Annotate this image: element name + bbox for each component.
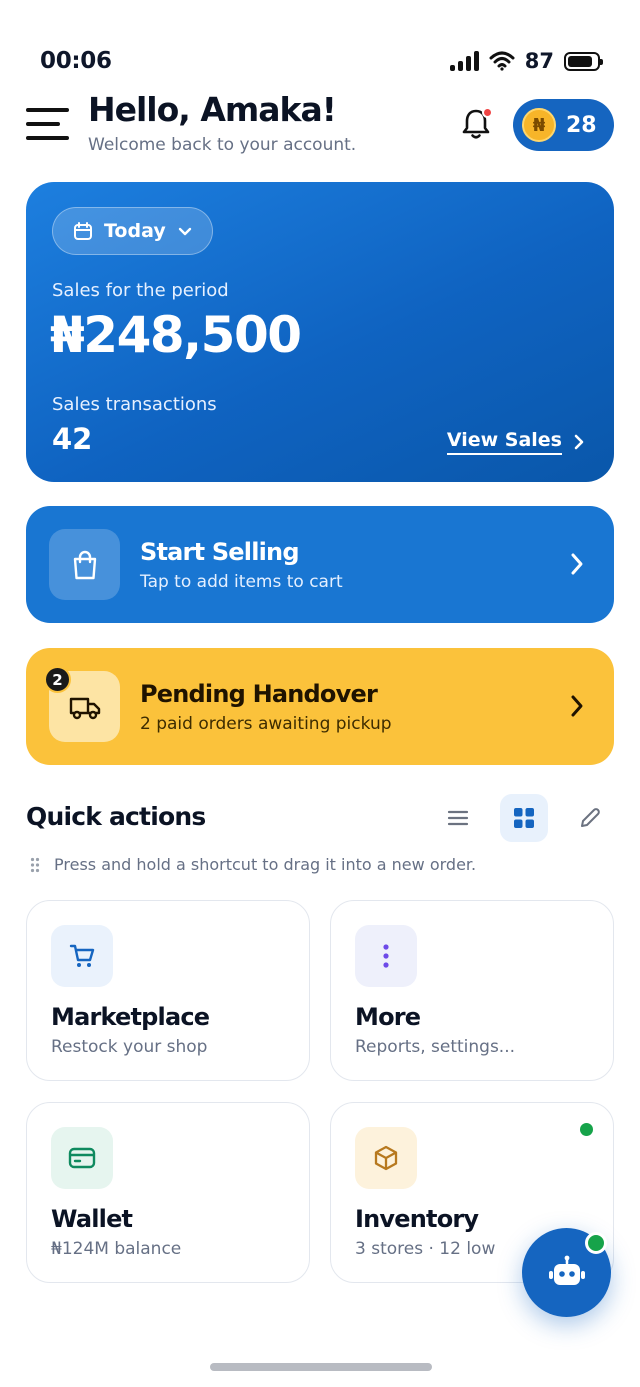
wallet-tile <box>51 1127 113 1189</box>
drag-hint: Press and hold a shortcut to drag it int… <box>30 855 476 874</box>
coins-count: 28 <box>566 112 597 138</box>
chevron-right-icon <box>574 434 584 450</box>
start-selling-title: Start Selling <box>140 538 300 566</box>
marketplace-tile <box>51 925 113 987</box>
period-value: Today <box>104 220 166 242</box>
cart-icon <box>69 944 95 967</box>
start-selling-button[interactable]: Start Selling Tap to add items to cart <box>26 506 614 623</box>
calendar-icon <box>74 222 92 240</box>
robot-icon <box>548 1255 585 1285</box>
pending-handover-subtitle: 2 paid orders awaiting pickup <box>140 714 392 734</box>
drag-handle-icon <box>30 857 40 872</box>
more-tile <box>355 925 417 987</box>
period-selector[interactable]: Today <box>52 207 213 255</box>
shortcut-subtitle: Reports, settings... <box>355 1037 516 1057</box>
box-icon <box>374 1145 398 1171</box>
list-view-button[interactable] <box>434 794 482 842</box>
quick-actions-title: Quick actions <box>26 802 206 831</box>
menu-icon[interactable] <box>26 108 69 140</box>
shortcut-title: Marketplace <box>51 1003 210 1031</box>
chevron-right-icon <box>571 695 583 717</box>
more-vertical-icon <box>383 944 389 968</box>
grid-icon <box>514 808 534 828</box>
system-indicators: 87 <box>449 49 603 73</box>
edit-shortcuts-button[interactable] <box>566 794 614 842</box>
status-time: 00:06 <box>40 48 112 74</box>
shortcut-title: More <box>355 1003 421 1031</box>
sales-summary-card: Today Sales for the period ₦248,500 Sale… <box>26 182 614 482</box>
pending-handover-title: Pending Handover <box>140 680 378 708</box>
sales-amount: ₦248,500 <box>50 306 302 364</box>
transactions-count: 42 <box>52 422 93 456</box>
grid-view-button[interactable] <box>500 794 548 842</box>
truck-icon <box>69 697 100 719</box>
naira-coin-icon: ₦ <box>522 108 556 142</box>
shortcut-subtitle: ₦124M balance <box>51 1239 182 1259</box>
marketplace-shortcut[interactable]: Marketplace Restock your shop <box>26 900 310 1081</box>
status-bar: 00:06 87 <box>40 44 603 78</box>
coins-button[interactable]: ₦ 28 <box>513 99 614 151</box>
battery-icon <box>564 51 603 71</box>
pending-count-badge: 2 <box>44 666 71 693</box>
chevron-right-icon <box>571 553 583 575</box>
signal-icon <box>449 51 479 71</box>
start-selling-subtitle: Tap to add items to cart <box>140 572 343 592</box>
drag-hint-text: Press and hold a shortcut to drag it int… <box>54 855 477 874</box>
sales-period-label: Sales for the period <box>52 280 229 301</box>
pencil-icon <box>581 808 600 827</box>
notification-dot <box>482 107 493 118</box>
chevron-down-icon <box>178 227 191 236</box>
shortcut-subtitle: Restock your shop <box>51 1037 208 1057</box>
inventory-tile <box>355 1127 417 1189</box>
battery-level: 87 <box>524 49 554 73</box>
quick-actions-view-toggle <box>434 794 614 842</box>
shopping-bag-tile <box>49 529 120 600</box>
pending-handover-button[interactable]: 2 Pending Handover 2 paid orders awaitin… <box>26 648 614 765</box>
status-dot <box>580 1123 593 1136</box>
view-sales-label: View Sales <box>446 429 562 455</box>
transactions-label: Sales transactions <box>52 394 217 415</box>
shortcut-subtitle: 3 stores · 12 low <box>355 1239 496 1259</box>
list-icon <box>447 810 469 826</box>
shortcut-title: Wallet <box>51 1205 133 1233</box>
assistant-online-dot <box>585 1232 607 1254</box>
header: Hello, Amaka! Welcome back to your accou… <box>26 90 614 160</box>
notifications-button[interactable] <box>456 104 496 144</box>
greeting-subtitle: Welcome back to your account. <box>88 135 357 155</box>
shopping-bag-icon <box>73 550 96 579</box>
assistant-button[interactable] <box>522 1228 611 1317</box>
shortcut-title: Inventory <box>355 1205 479 1233</box>
home-indicator <box>210 1363 432 1371</box>
wallet-card-icon <box>68 1147 96 1169</box>
more-shortcut[interactable]: More Reports, settings... <box>330 900 614 1081</box>
view-sales-link[interactable]: View Sales <box>446 429 586 455</box>
wifi-icon <box>489 51 515 71</box>
wallet-shortcut[interactable]: Wallet ₦124M balance <box>26 1102 310 1283</box>
greeting-title: Hello, Amaka! <box>88 90 337 129</box>
